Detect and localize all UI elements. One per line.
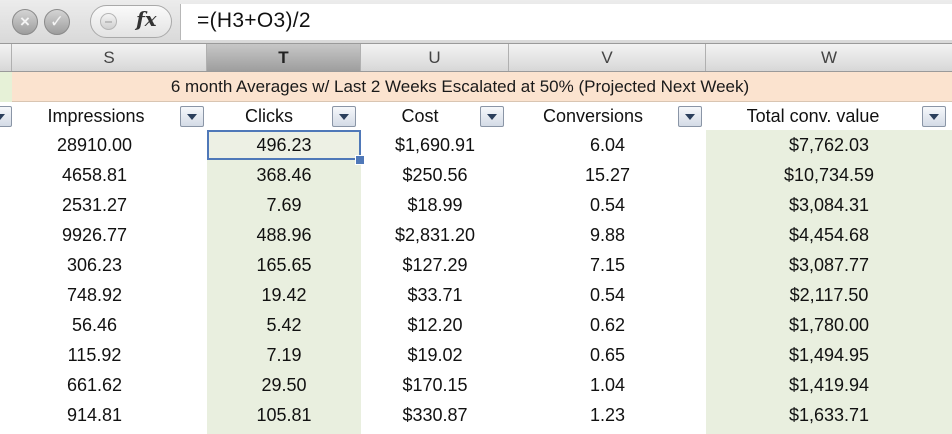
cell-clicks[interactable]: 7.69 — [207, 190, 361, 220]
cell-impressions[interactable]: 56.46 — [12, 310, 207, 340]
formula-bar: × ✓ fx =(H3+O3)/2 — [0, 0, 952, 44]
filter-dropdown-icon[interactable] — [332, 106, 356, 127]
column-header-s[interactable]: S — [12, 44, 207, 71]
header-conversions[interactable]: Conversions — [509, 102, 677, 130]
filter-dropdown-icon[interactable] — [922, 106, 946, 127]
filter-dropdown-icon[interactable] — [480, 106, 504, 127]
column-header-stub[interactable] — [0, 44, 12, 71]
cell-impressions[interactable]: 748.92 — [12, 280, 207, 310]
cell-conversions[interactable]: 0.62 — [509, 310, 706, 340]
cell-clicks[interactable]: 105.81 — [207, 400, 361, 430]
column-header-t[interactable]: T — [207, 44, 361, 71]
cell-impressions[interactable]: 28910.00 — [12, 130, 207, 160]
column-header-w[interactable]: W — [706, 44, 952, 71]
cell-impressions[interactable]: 9926.77 — [12, 220, 207, 250]
cell-cost[interactable]: $12.20 — [361, 310, 509, 340]
cell-total-conv-value[interactable]: $1,633.71 — [706, 400, 952, 430]
column-headers: S T U V W — [0, 44, 952, 72]
banner-stub — [0, 72, 12, 102]
function-fx-icon[interactable]: fx — [136, 7, 157, 31]
section-banner[interactable]: 6 month Averages w/ Last 2 Weeks Escalat… — [12, 72, 952, 102]
cell-total-conv-value[interactable]: $10,734.59 — [706, 160, 952, 190]
cell-conversions[interactable]: 7.15 — [509, 250, 706, 280]
cell-cost[interactable]: $18.99 — [361, 190, 509, 220]
header-total-conv-value[interactable]: Total conv. value — [706, 102, 920, 130]
cell-impressions[interactable]: 661.62 — [12, 370, 207, 400]
header-clicks[interactable]: Clicks — [207, 102, 331, 130]
check-circle-icon[interactable]: ✓ — [44, 9, 70, 35]
cell-conversions[interactable]: 1.23 — [509, 400, 706, 430]
formula-input[interactable]: =(H3+O3)/2 — [180, 4, 952, 40]
cell-cost[interactable]: $330.87 — [361, 400, 509, 430]
cell-clicks[interactable]: 368.46 — [207, 160, 361, 190]
minus-circle-icon[interactable] — [100, 13, 117, 30]
cell-clicks[interactable]: 29.50 — [207, 370, 361, 400]
cell-impressions[interactable]: 4658.81 — [12, 160, 207, 190]
cell-conversions[interactable]: 6.04 — [509, 130, 706, 160]
cell-total-conv-value[interactable]: $1,419.94 — [706, 370, 952, 400]
cell-conversions[interactable]: 9.88 — [509, 220, 706, 250]
cell-conversions[interactable]: 0.54 — [509, 190, 706, 220]
cell-cost[interactable]: $2,831.20 — [361, 220, 509, 250]
cell-clicks[interactable]: 5.42 — [207, 310, 361, 340]
filter-dropdown-icon[interactable] — [0, 106, 12, 127]
cell-total-conv-value[interactable]: $2,117.50 — [706, 280, 952, 310]
cell-cost[interactable]: $170.15 — [361, 370, 509, 400]
cell-cost[interactable]: $127.29 — [361, 250, 509, 280]
cell-total-conv-value[interactable]: $3,084.31 — [706, 190, 952, 220]
cell-total-conv-value[interactable]: $1,780.00 — [706, 310, 952, 340]
column-header-v[interactable]: V — [509, 44, 706, 71]
cell-impressions[interactable]: 115.92 — [12, 340, 207, 370]
cell-total-conv-value[interactable]: $1,494.95 — [706, 340, 952, 370]
cell-clicks[interactable]: 496.23 — [207, 130, 361, 160]
filter-dropdown-icon[interactable] — [180, 106, 204, 127]
cell-total-conv-value[interactable]: $4,454.68 — [706, 220, 952, 250]
filter-dropdown-icon[interactable] — [678, 106, 702, 127]
cell-total-conv-value[interactable]: $3,087.77 — [706, 250, 952, 280]
cell-conversions[interactable]: 0.65 — [509, 340, 706, 370]
formula-text: =(H3+O3)/2 — [197, 9, 311, 32]
cell-cost[interactable]: $1,690.91 — [361, 130, 509, 160]
cell-cost[interactable]: $33.71 — [361, 280, 509, 310]
cell-conversions[interactable]: 15.27 — [509, 160, 706, 190]
cell-impressions[interactable]: 914.81 — [12, 400, 207, 430]
cell-conversions[interactable]: 0.54 — [509, 280, 706, 310]
header-cost[interactable]: Cost — [361, 102, 479, 130]
cell-clicks[interactable]: 488.96 — [207, 220, 361, 250]
cell-total-conv-value[interactable]: $7,762.03 — [706, 130, 952, 160]
cell-impressions[interactable]: 2531.27 — [12, 190, 207, 220]
cell-impressions[interactable]: 306.23 — [12, 250, 207, 280]
column-header-u[interactable]: U — [361, 44, 509, 71]
header-impressions[interactable]: Impressions — [12, 102, 180, 130]
cell-clicks[interactable]: 165.65 — [207, 250, 361, 280]
cell-cost[interactable]: $19.02 — [361, 340, 509, 370]
header-labels-row: Impressions Clicks Cost Conversions Tota… — [0, 102, 952, 130]
cell-clicks[interactable]: 7.19 — [207, 340, 361, 370]
cell-clicks[interactable]: 19.42 — [207, 280, 361, 310]
cell-cost[interactable]: $250.56 — [361, 160, 509, 190]
x-circle-icon[interactable]: × — [12, 9, 38, 35]
cell-conversions[interactable]: 1.04 — [509, 370, 706, 400]
